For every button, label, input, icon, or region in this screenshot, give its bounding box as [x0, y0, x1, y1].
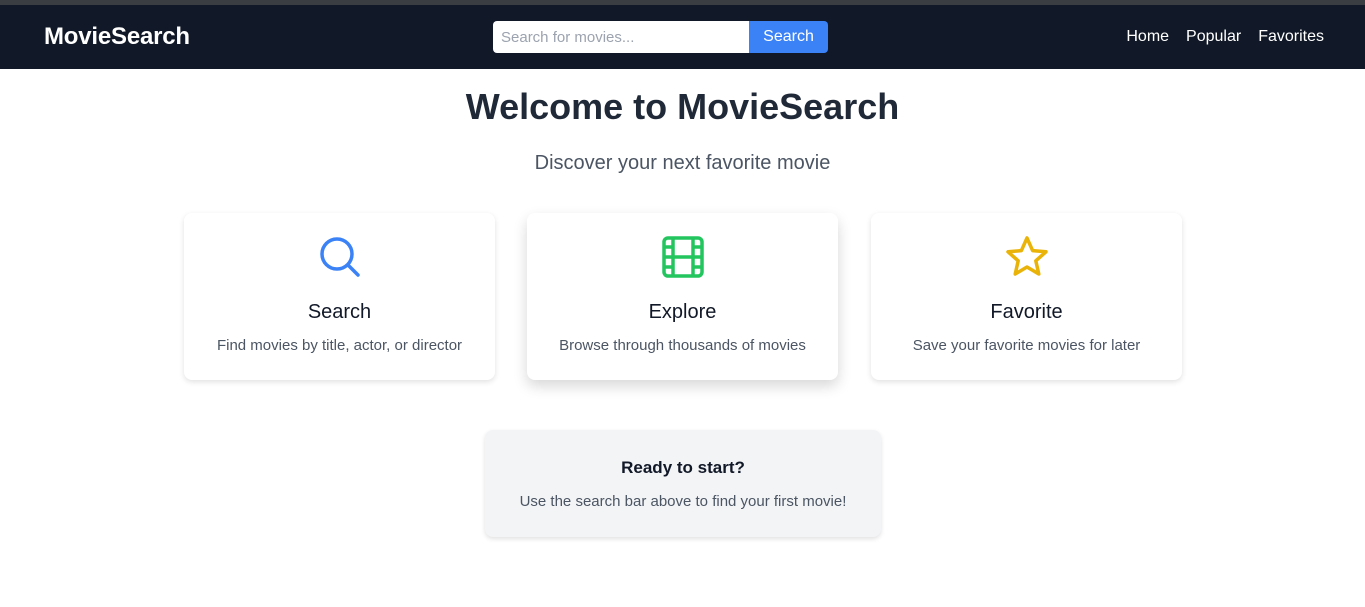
- feature-title: Search: [307, 301, 372, 323]
- feature-title: Favorite: [990, 301, 1063, 323]
- page-subtitle: Discover your next favorite movie: [534, 152, 831, 174]
- cta-description: Use the search bar above to find your fi…: [519, 493, 847, 510]
- page-title: Welcome to MovieSearch: [465, 86, 900, 127]
- search-bar: Search: [493, 21, 828, 53]
- feature-card-explore: Explore Browse through thousands of movi…: [527, 213, 838, 380]
- search-icon: [319, 237, 360, 277]
- cta-box: Ready to start? Use the search bar above…: [485, 430, 881, 537]
- search-input[interactable]: [493, 21, 749, 53]
- brand-logo[interactable]: MovieSearch: [44, 23, 190, 51]
- navbar: MovieSearch Search Home Popular Favorite…: [0, 5, 1365, 69]
- nav-link-favorites[interactable]: Favorites: [1258, 28, 1324, 46]
- feature-card-favorite: Favorite Save your favorite movies for l…: [871, 213, 1182, 380]
- nav-links: Home Popular Favorites: [1109, 28, 1324, 46]
- feature-description: Save your favorite movies for later: [912, 337, 1141, 354]
- nav-link-home[interactable]: Home: [1126, 28, 1169, 46]
- film-icon: [661, 236, 704, 278]
- cta-title: Ready to start?: [621, 458, 745, 477]
- feature-description: Find movies by title, actor, or director: [216, 337, 463, 354]
- feature-title: Explore: [648, 301, 717, 323]
- feature-description: Browse through thousands of movies: [559, 337, 806, 354]
- star-icon: [1005, 236, 1048, 276]
- feature-card-search: Search Find movies by title, actor, or d…: [184, 213, 495, 380]
- nav-link-popular[interactable]: Popular: [1186, 28, 1241, 46]
- search-button[interactable]: Search: [749, 21, 828, 53]
